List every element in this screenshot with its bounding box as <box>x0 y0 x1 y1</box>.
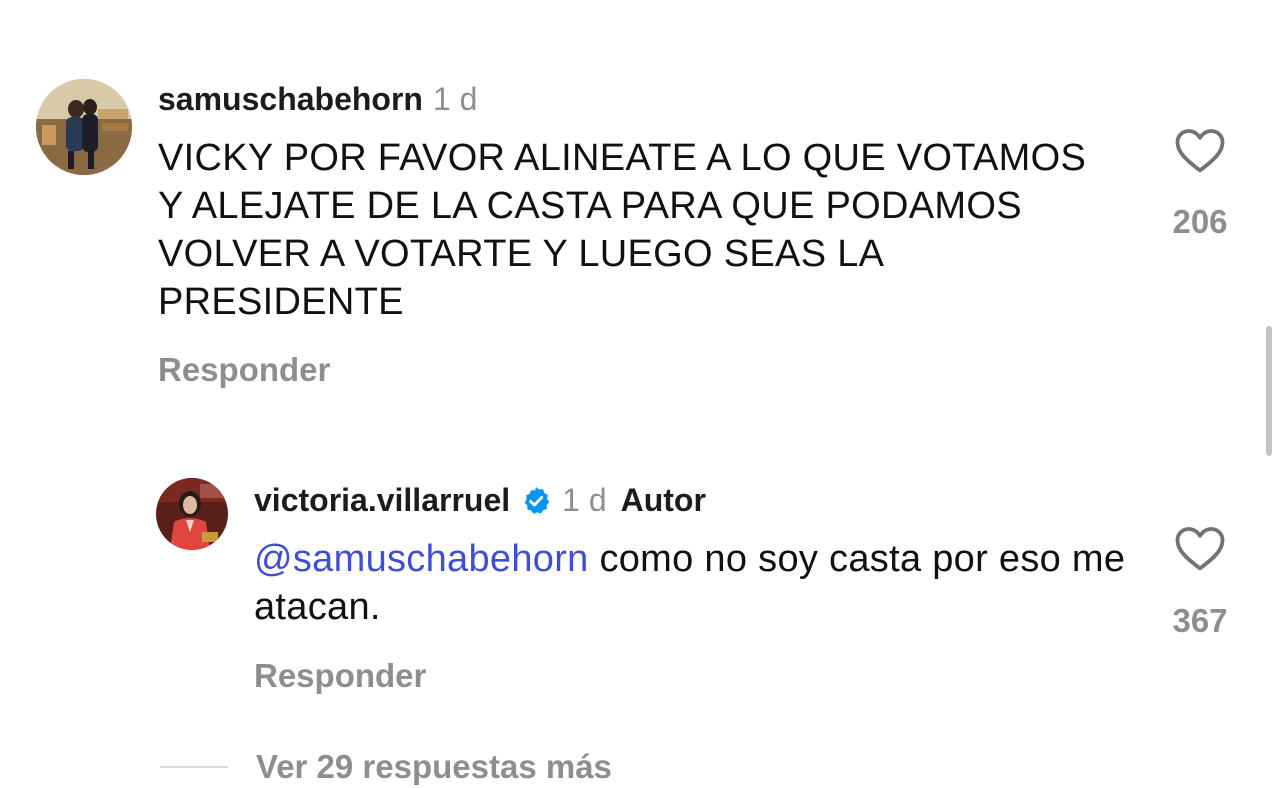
reply-header: victoria.villarruel 1 d Autor <box>254 482 706 519</box>
comment-text: VICKY POR FAVOR ALINEATE A LO QUE VOTAMO… <box>158 137 1087 323</box>
view-more-label: Ver 29 respuestas más <box>256 748 612 785</box>
comment-username[interactable]: samuschabehorn <box>158 81 423 118</box>
heart-outline-icon[interactable] <box>1173 522 1227 572</box>
reply-text: @samuschabehorn como no soy casta por es… <box>254 535 1134 631</box>
avatar[interactable] <box>36 79 132 175</box>
comment-header: samuschabehorn 1 d <box>158 81 477 118</box>
divider <box>160 766 228 768</box>
reply-username[interactable]: victoria.villarruel <box>254 482 510 519</box>
heart-outline-icon[interactable] <box>1173 124 1227 174</box>
view-more-replies-button[interactable]: Ver 29 respuestas más <box>160 748 612 786</box>
comment-timestamp: 1 d <box>432 81 478 117</box>
reply-button[interactable]: Responder <box>158 351 330 389</box>
author-label: Autor <box>620 482 706 518</box>
scrollbar[interactable] <box>1266 326 1272 456</box>
reply-button[interactable]: Responder <box>254 657 426 695</box>
avatar[interactable] <box>156 478 228 550</box>
like-count: 206 <box>1172 203 1228 240</box>
reply-timestamp: 1 d <box>562 482 607 518</box>
mention-link[interactable]: @samuschabehorn <box>254 538 589 580</box>
like-count: 367 <box>1172 602 1228 639</box>
verified-badge-icon <box>520 485 552 517</box>
